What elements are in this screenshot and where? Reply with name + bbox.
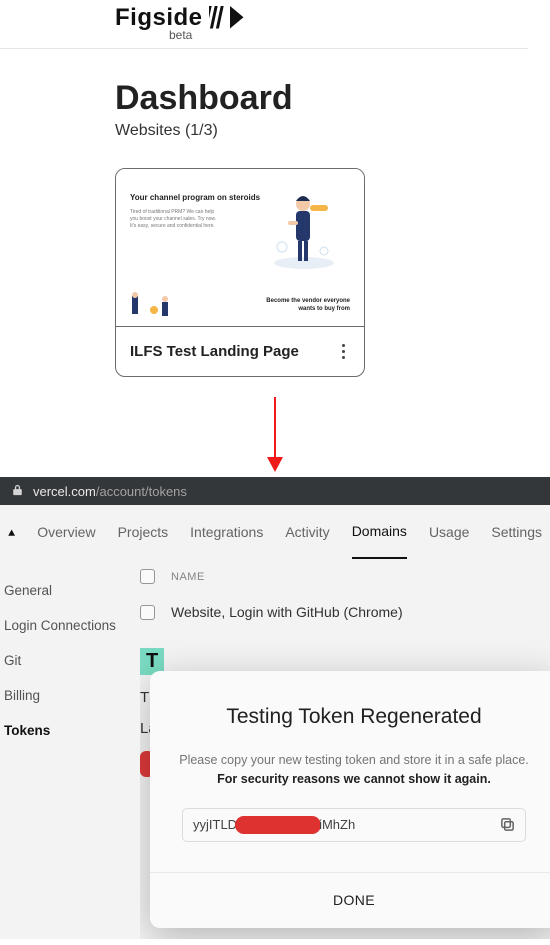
tab-usage[interactable]: Usage: [429, 506, 469, 558]
token-modal: Testing Token Regenerated Please copy yo…: [150, 671, 550, 928]
modal-subtitle: Please copy your new testing token and s…: [162, 751, 546, 770]
table-row[interactable]: Website, Login with GitHub (Chrome): [140, 594, 550, 630]
sidebar-item-billing[interactable]: Billing: [4, 678, 140, 713]
row-checkbox[interactable]: [140, 605, 155, 620]
modal-title: Testing Token Regenerated: [162, 705, 546, 729]
col-name: NAME: [171, 571, 205, 583]
url-host: vercel.com: [33, 484, 96, 499]
figside-header: Figside beta: [0, 0, 528, 49]
website-card[interactable]: Your channel program on steroids Tired o…: [115, 168, 365, 377]
thumb-mini-illustration-icon: [130, 292, 190, 320]
row-description: Website, Login with GitHub (Chrome): [171, 604, 403, 620]
website-card-title: ILFS Test Landing Page: [130, 343, 299, 360]
card-menu-button[interactable]: [336, 344, 350, 359]
tab-activity[interactable]: Activity: [285, 506, 329, 558]
sidebar-item-login-connections[interactable]: Login Connections: [4, 608, 140, 643]
token-field: yyjITLD iMhZh: [182, 808, 526, 842]
token-redaction: [235, 816, 321, 834]
sidebar-item-tokens[interactable]: Tokens: [4, 713, 140, 748]
token-suffix: iMhZh: [319, 817, 355, 832]
brand-name: Figside: [115, 4, 203, 31]
token-prefix: yyjITLD: [193, 817, 237, 832]
modal-done-button[interactable]: DONE: [150, 872, 550, 928]
tab-projects[interactable]: Projects: [118, 506, 169, 558]
website-thumbnail: Your channel program on steroids Tired o…: [116, 169, 364, 327]
lock-icon: [12, 484, 33, 499]
arrow-down-icon: [0, 397, 550, 477]
tab-integrations[interactable]: Integrations: [190, 506, 263, 558]
thumb-subtext: Tired of traditional PRM? We can help yo…: [130, 209, 220, 230]
page-title: Dashboard: [115, 79, 550, 118]
browser-address-bar: vercel.com/account/tokens: [0, 477, 550, 505]
thumb-illustration-icon: [262, 185, 342, 275]
tab-overview[interactable]: Overview: [37, 506, 95, 558]
figside-logo-icon: [209, 4, 245, 37]
url-path: /account/tokens: [96, 484, 187, 499]
modal-warning: For security reasons we cannot show it a…: [162, 772, 546, 786]
settings-sidebar: General Login Connections Git Billing To…: [0, 559, 140, 939]
select-all-checkbox[interactable]: [140, 569, 155, 584]
figside-brand: Figside beta: [115, 4, 528, 42]
top-nav: Overview Projects Integrations Activity …: [0, 505, 550, 559]
tab-settings[interactable]: Settings: [491, 506, 542, 558]
thumb-tagline: Become the vendor everyone wants to buy …: [250, 298, 350, 314]
sidebar-item-general[interactable]: General: [4, 573, 140, 608]
vercel-logo-icon: [8, 524, 15, 540]
tokens-table-header: NAME: [140, 559, 550, 594]
websites-count: Websites (1/3): [115, 122, 550, 140]
copy-icon[interactable]: [500, 817, 515, 832]
tab-domains[interactable]: Domains: [352, 505, 407, 559]
sidebar-item-git[interactable]: Git: [4, 643, 140, 678]
